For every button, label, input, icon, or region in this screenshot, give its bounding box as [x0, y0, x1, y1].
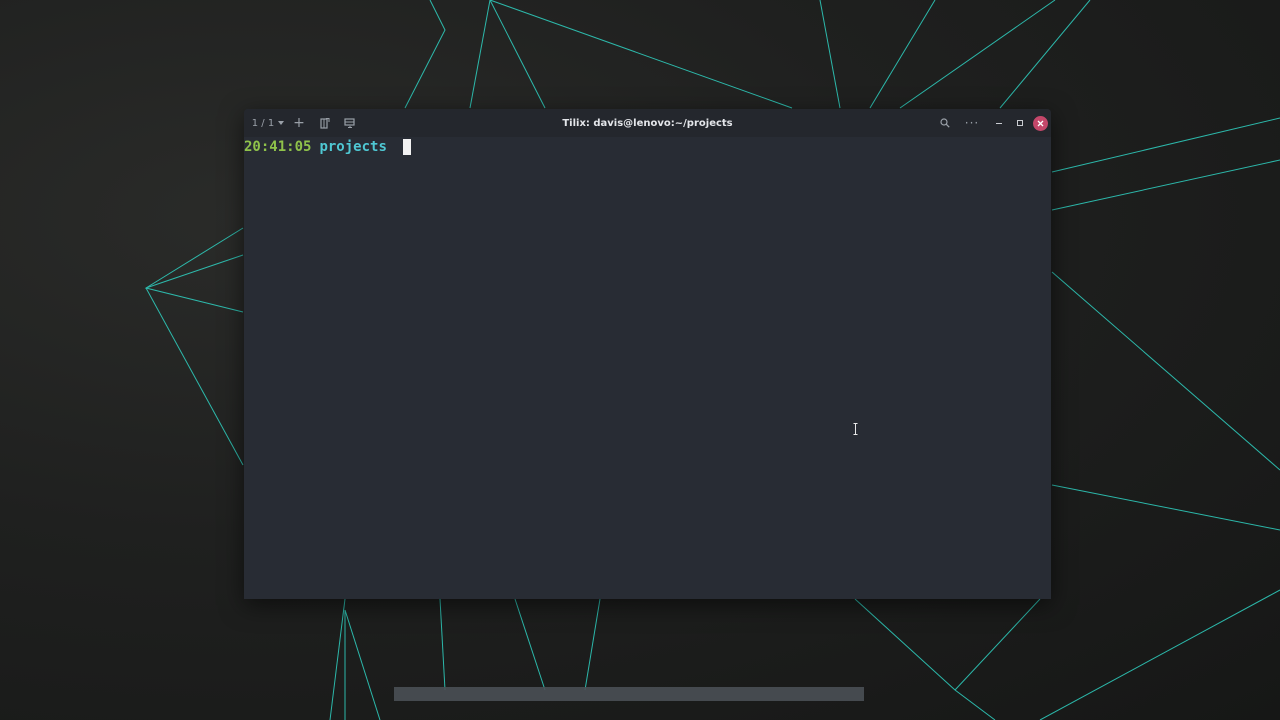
close-icon [1037, 120, 1043, 126]
plus-icon: + [293, 115, 305, 131]
chevron-down-icon [278, 121, 285, 125]
session-indicator: 1 / 1 [251, 117, 275, 129]
split-down-icon [343, 118, 355, 128]
window-titlebar[interactable]: 1 / 1 + Tilix: davis@lenovo:~/projects ·… [244, 109, 1051, 137]
terminal-window: 1 / 1 + Tilix: davis@lenovo:~/projects ·… [244, 109, 1051, 599]
dock-panel[interactable] [394, 687, 864, 701]
minimize-icon [996, 123, 1002, 124]
window-title: Tilix: davis@lenovo:~/projects [562, 117, 733, 129]
add-terminal-button[interactable]: + [290, 109, 308, 137]
close-button[interactable] [1032, 109, 1048, 137]
session-switcher[interactable]: 1 / 1 [248, 109, 288, 137]
search-button[interactable] [936, 109, 954, 137]
split-down-button[interactable] [340, 109, 358, 137]
shell-prompt: 20:41:05 projects [244, 137, 411, 157]
terminal-cursor [402, 139, 411, 155]
close-button-circle [1032, 115, 1048, 131]
minimize-button[interactable] [991, 109, 1007, 137]
text-cursor-icon [853, 423, 858, 435]
maximize-button[interactable] [1012, 109, 1028, 137]
prompt-directory: projects [319, 139, 387, 155]
split-right-icon [320, 117, 330, 129]
search-icon [940, 118, 950, 128]
ellipsis-icon: ··· [964, 116, 980, 130]
maximize-icon [1017, 120, 1023, 126]
split-right-button[interactable] [316, 109, 334, 137]
terminal-output-area[interactable]: 20:41:05 projects [244, 137, 1051, 599]
prompt-time: 20:41:05 [244, 139, 312, 155]
menu-button[interactable]: ··· [962, 109, 982, 137]
